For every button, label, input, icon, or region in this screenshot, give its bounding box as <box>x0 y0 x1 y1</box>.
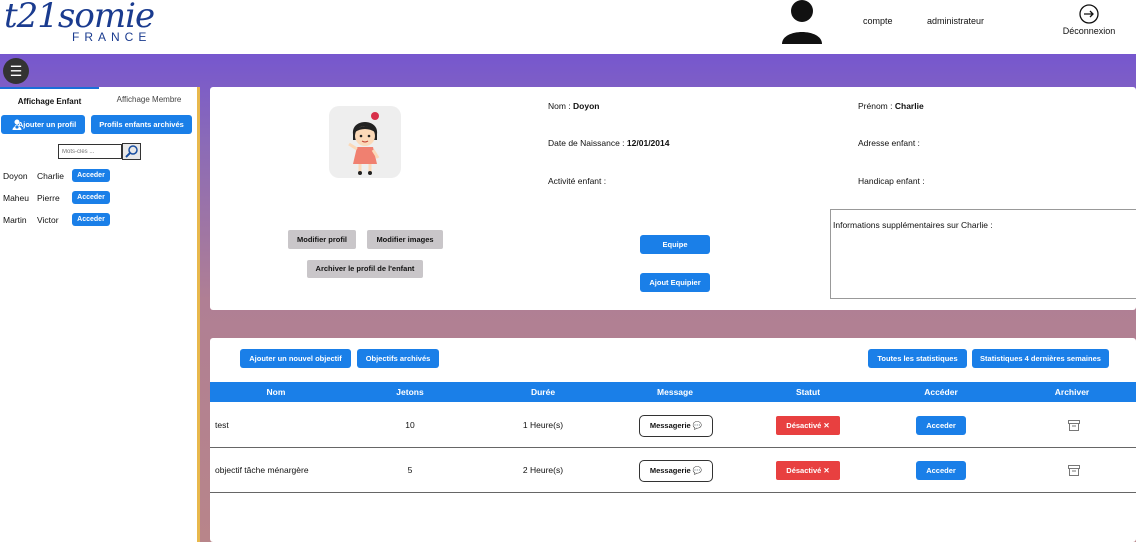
child-list-item: Martin Victor <box>3 215 59 225</box>
objectives-table-header: Nom Jetons Durée Message Statut Accéder … <box>210 382 1136 402</box>
activity-field: Activité enfant : <box>548 176 606 186</box>
activity-label: Activité enfant : <box>548 176 607 186</box>
child-last-name: Martin <box>3 215 27 225</box>
child-first-name: Charlie <box>37 171 64 181</box>
first-name-value: Charlie <box>894 101 924 111</box>
birth-date-value: 12/01/2014 <box>626 138 670 148</box>
keyword-search-input[interactable] <box>58 144 122 159</box>
archive-profile-button[interactable]: Archiver le profil de l'enfant <box>307 260 423 278</box>
handicap-field: Handicap enfant : <box>858 176 925 186</box>
table-row: test 10 1 Heure(s) Messagerie 💬 Désactiv… <box>210 403 1136 448</box>
user-avatar-icon[interactable] <box>780 0 824 44</box>
objective-access-button[interactable]: Acceder <box>916 461 966 480</box>
column-header-archiver: Archiver <box>1054 387 1090 397</box>
birth-date-field: Date de Naissance : 12/01/2014 <box>548 138 669 148</box>
table-row: objectif tâche ménargère 5 2 Heure(s) Me… <box>210 448 1136 493</box>
child-first-name: Pierre <box>37 193 60 203</box>
status-deactivated-button[interactable]: Désactivé ✕ <box>776 416 840 435</box>
add-profile-label: Ajouter un profil <box>17 120 77 129</box>
logout-button[interactable]: Déconnexion <box>1062 4 1116 36</box>
archive-box-icon[interactable] <box>1068 465 1080 476</box>
child-last-name: Maheu <box>3 193 29 203</box>
hamburger-menu-button[interactable]: ☰ <box>3 58 29 84</box>
add-objective-button[interactable]: Ajouter un nouvel objectif <box>240 349 351 368</box>
add-team-member-button[interactable]: Ajout Equipier <box>640 273 710 292</box>
objective-tokens: 10 <box>405 420 415 430</box>
objective-name: objectif tâche ménargère <box>215 465 309 475</box>
child-list-item: Doyon Charlie <box>3 171 64 181</box>
child-profile-card: Nom : Doyon Prénom : Charlie Date de Nai… <box>210 87 1136 310</box>
child-first-name: Victor <box>37 215 59 225</box>
modify-profile-button[interactable]: Modifier profil <box>288 230 356 249</box>
tab-affichage-enfant[interactable]: Affichage Enfant <box>0 87 99 109</box>
t21somie-logo[interactable]: t21somie FRANCE <box>2 0 162 48</box>
top-bar: t21somie FRANCE compte administrateur Dé… <box>0 0 1136 54</box>
logout-label: Déconnexion <box>1062 26 1116 36</box>
status-label: Désactivé <box>786 421 822 430</box>
hamburger-icon: ☰ <box>9 63 23 79</box>
children-sidebar: Affichage Enfant Affichage Membre Ajoute… <box>0 87 200 542</box>
objective-tokens: 5 <box>407 465 413 475</box>
column-header-duree: Durée <box>530 387 556 397</box>
objective-access-button[interactable]: Acceder <box>916 416 966 435</box>
add-user-icon <box>12 119 22 130</box>
column-header-message: Message <box>657 387 693 397</box>
child-cartoon-icon <box>348 112 380 175</box>
additional-info-label: Informations supplémentaires sur Charlie… <box>833 220 993 230</box>
team-button[interactable]: Equipe <box>640 235 710 254</box>
column-header-statut: Statut <box>795 387 821 397</box>
sidebar-tabs: Affichage Enfant Affichage Membre <box>0 87 200 109</box>
objectives-card: Ajouter un nouvel objectif Objectifs arc… <box>210 338 1136 542</box>
all-statistics-button[interactable]: Toutes les statistiques <box>868 349 967 368</box>
close-icon: ✕ <box>823 466 830 475</box>
child-access-button[interactable]: Acceder <box>72 191 110 204</box>
child-list-item: Maheu Pierre <box>3 193 60 203</box>
additional-info-box[interactable]: Informations supplémentaires sur Charlie… <box>830 209 1136 299</box>
logo-sub-text: FRANCE <box>72 30 152 44</box>
role-label: administrateur <box>927 16 985 26</box>
column-header-jetons: Jetons <box>396 387 424 397</box>
account-link[interactable]: compte <box>863 16 893 26</box>
tab-affichage-membre[interactable]: Affichage Membre <box>99 87 199 109</box>
column-header-acceder: Accéder <box>924 387 958 397</box>
handicap-label: Handicap enfant : <box>858 176 925 186</box>
archived-profiles-button[interactable]: Profils enfants archivés <box>91 115 192 134</box>
name-label: Nom : <box>548 101 571 111</box>
objective-duration: 1 Heure(s) <box>522 420 564 430</box>
child-avatar <box>329 106 401 178</box>
add-profile-button[interactable]: Ajouter un profil <box>1 115 85 134</box>
logout-icon <box>1079 4 1099 24</box>
address-label: Adresse enfant : <box>858 138 920 148</box>
status-label: Désactivé <box>786 466 822 475</box>
child-last-name: Doyon <box>3 171 28 181</box>
messaging-button[interactable]: Messagerie 💬 <box>639 460 713 482</box>
archived-objectives-button[interactable]: Objectifs archivés <box>357 349 439 368</box>
first-name-field: Prénom : Charlie <box>858 101 924 111</box>
recent-statistics-button[interactable]: Statistiques 4 dernières semaines <box>972 349 1109 368</box>
child-access-button[interactable]: Acceder <box>72 169 110 182</box>
search-icon <box>125 145 138 158</box>
chat-bubble-icon: 💬 <box>692 466 703 475</box>
child-access-button[interactable]: Acceder <box>72 213 110 226</box>
messaging-label: Messagerie <box>649 421 691 430</box>
messaging-label: Messagerie <box>649 466 691 475</box>
messaging-button[interactable]: Messagerie 💬 <box>639 415 713 437</box>
column-header-nom: Nom <box>266 387 286 397</box>
archive-box-icon[interactable] <box>1068 420 1080 431</box>
chat-bubble-icon: 💬 <box>692 421 703 430</box>
modify-images-button[interactable]: Modifier images <box>367 230 443 249</box>
birth-date-label: Date de Naissance : <box>548 138 625 148</box>
objective-name: test <box>215 420 229 430</box>
name-field: Nom : Doyon <box>548 101 600 111</box>
objective-duration: 2 Heure(s) <box>522 465 564 475</box>
address-field: Adresse enfant : <box>858 138 920 148</box>
name-value: Doyon <box>573 101 600 111</box>
first-name-label: Prénom : <box>858 101 893 111</box>
search-button[interactable] <box>122 143 141 160</box>
close-icon: ✕ <box>823 421 830 430</box>
status-deactivated-button[interactable]: Désactivé ✕ <box>776 461 840 480</box>
